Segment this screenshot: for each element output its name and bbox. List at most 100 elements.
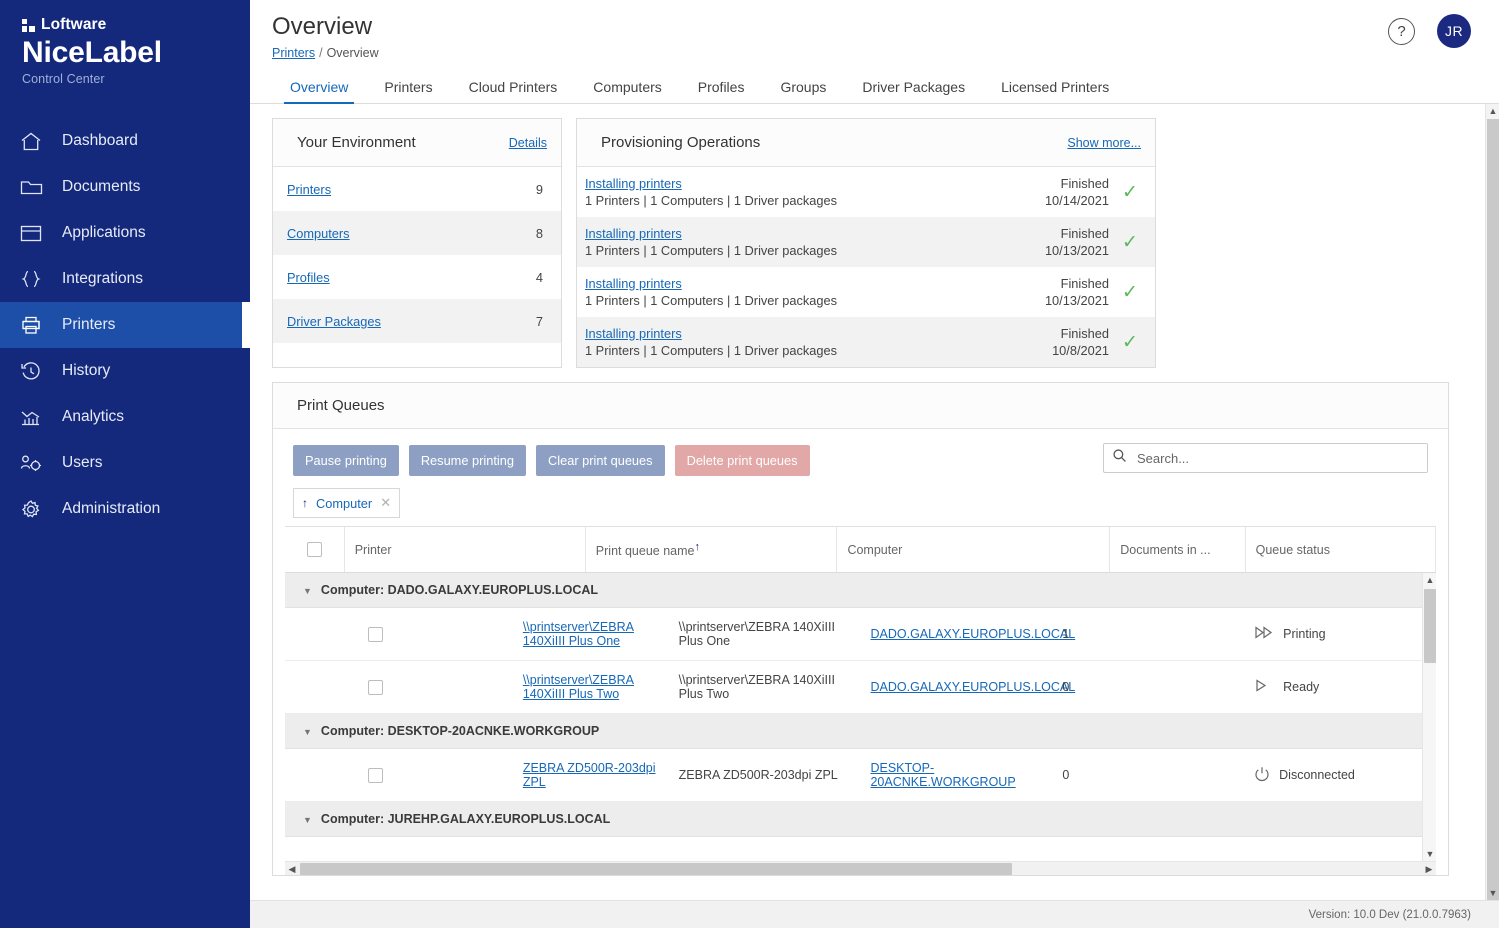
provisioning-operation-link[interactable]: Installing printers [585, 225, 1045, 242]
environment-card-filler [273, 343, 561, 365]
provisioning-row[interactable]: Installing printers 1 Printers | 1 Compu… [577, 317, 1155, 367]
sort-ascending-icon: ↑ [302, 496, 308, 510]
sidebar-item-users[interactable]: Users [0, 440, 250, 486]
tab-cloud-printers[interactable]: Cloud Printers [451, 79, 576, 103]
resume-printing-button[interactable]: Resume printing [408, 445, 526, 476]
column-header-queue-name[interactable]: Print queue name↑ [585, 527, 838, 574]
row-select-cell [285, 748, 477, 803]
sidebar-nav: Dashboard Documents Applications Integra… [0, 118, 250, 532]
pause-printing-button[interactable]: Pause printing [293, 445, 399, 476]
chevron-down-icon[interactable]: ▼ [303, 815, 312, 825]
environment-row-driver-packages[interactable]: Driver Packages 7 [273, 299, 561, 343]
sidebar-item-printers[interactable]: Printers [0, 302, 250, 348]
printer-link[interactable]: ZEBRA ZD500R-203dpi ZPL [523, 761, 656, 789]
scroll-up-arrow-icon[interactable]: ▲ [1423, 573, 1436, 587]
column-header-printer[interactable]: Printer [344, 527, 586, 574]
column-header-documents[interactable]: Documents in ... [1109, 527, 1246, 574]
printer-link[interactable]: \\printserver\ZEBRA 140XiIII Plus One [523, 620, 634, 648]
table-horizontal-scroll-thumb[interactable] [300, 863, 1012, 876]
tab-groups[interactable]: Groups [762, 79, 844, 103]
tab-licensed-printers[interactable]: Licensed Printers [983, 79, 1127, 103]
table-row[interactable]: \\printserver\ZEBRA 140XiIII Plus One \\… [285, 607, 1436, 662]
group-header-row[interactable]: ▼ Computer: DESKTOP-20ACNKE.WORKGROUP [285, 713, 1436, 750]
environment-row-computers[interactable]: Computers 8 [273, 211, 561, 255]
table-header: Printer Print queue name↑ Computer Docum… [285, 527, 1437, 574]
environment-link-printers[interactable]: Printers [287, 182, 331, 197]
environment-link-computers[interactable]: Computers [287, 226, 350, 241]
provisioning-operation-link[interactable]: Installing printers [585, 275, 1045, 292]
provisioning-status-text: Finished [1060, 326, 1109, 341]
environment-link-profiles[interactable]: Profiles [287, 270, 330, 285]
sidebar-item-analytics[interactable]: Analytics [0, 394, 250, 440]
select-all-checkbox[interactable] [306, 542, 322, 558]
tab-computers[interactable]: Computers [575, 79, 679, 103]
cell-queue-name: \\printserver\ZEBRA 140XiIII Plus Two [668, 660, 861, 715]
nicelabel-wordmark: NiceLabel [22, 36, 162, 69]
environment-link-driver-packages[interactable]: Driver Packages [287, 314, 381, 329]
table-vertical-scrollbar[interactable]: ▲ ▼ [1422, 573, 1436, 862]
search-input[interactable] [1135, 449, 1419, 467]
table-row[interactable]: ZEBRA ZD500R-203dpi ZPL ZEBRA ZD500R-203… [285, 748, 1436, 803]
row-checkbox[interactable] [368, 679, 384, 695]
page-scroll-down-arrow-icon[interactable]: ▼ [1486, 886, 1499, 900]
print-queues-table-wrap: Printer Print queue name↑ Computer Docum… [285, 526, 1437, 876]
search-icon [1112, 448, 1127, 468]
column-header-computer[interactable]: Computer [836, 527, 1111, 574]
table-row[interactable]: \\printserver\ZEBRA 140XiIII Plus Two \\… [285, 660, 1436, 715]
provisioning-row-status: Finished 10/8/2021 [1052, 325, 1119, 359]
environment-details-link[interactable]: Details [509, 136, 547, 150]
page-vertical-scroll-thumb[interactable] [1487, 119, 1499, 913]
tab-overview[interactable]: Overview [272, 79, 366, 104]
column-header-queue-status[interactable]: Queue status [1245, 527, 1437, 574]
row-checkbox[interactable] [368, 767, 384, 783]
provisioning-row[interactable]: Installing printers 1 Printers | 1 Compu… [577, 217, 1155, 267]
computer-link[interactable]: DADO.GALAXY.EUROPLUS.LOCAL [870, 680, 1075, 694]
question-mark-circle-icon[interactable]: ? [1388, 17, 1415, 45]
scroll-down-arrow-icon[interactable]: ▼ [1423, 847, 1436, 861]
row-checkbox[interactable] [368, 626, 384, 642]
provisioning-operation-link[interactable]: Installing printers [585, 325, 1052, 342]
group-header-row[interactable]: ▼ Computer: JUREHP.GALAXY.EUROPLUS.LOCAL [285, 801, 1436, 838]
provisioning-row[interactable]: Installing printers 1 Printers | 1 Compu… [577, 167, 1155, 217]
clear-print-queues-button[interactable]: Clear print queues [536, 445, 665, 476]
breadcrumb-parent-link[interactable]: Printers [272, 46, 315, 60]
page-scroll-up-arrow-icon[interactable]: ▲ [1486, 104, 1499, 118]
environment-row-printers[interactable]: Printers 9 [273, 167, 561, 211]
tab-printers[interactable]: Printers [366, 79, 450, 103]
group-by-chip-bar: ↑ Computer ✕ [285, 482, 1436, 526]
window-icon [20, 220, 50, 246]
provisioning-operation-detail: 1 Printers | 1 Computers | 1 Driver pack… [585, 342, 838, 358]
environment-count-profiles: 4 [535, 269, 543, 285]
provisioning-show-more-link[interactable]: Show more... [1067, 136, 1141, 150]
provisioning-row[interactable]: Installing printers 1 Printers | 1 Compu… [577, 267, 1155, 317]
environment-row-profiles[interactable]: Profiles 4 [273, 255, 561, 299]
table-vertical-scroll-thumb[interactable] [1424, 589, 1436, 664]
sidebar-item-dashboard[interactable]: Dashboard [0, 118, 250, 164]
page-vertical-scrollbar[interactable]: ▲ ▼ [1485, 104, 1499, 928]
group-by-chip-computer[interactable]: ↑ Computer ✕ [293, 488, 401, 518]
avatar[interactable]: JR [1437, 14, 1471, 48]
scroll-left-arrow-icon[interactable]: ◀ [285, 862, 299, 876]
sidebar-item-applications[interactable]: Applications [0, 210, 250, 256]
status-text: Printing [1283, 627, 1326, 642]
sidebar-item-history[interactable]: History [0, 348, 250, 394]
sidebar-item-administration[interactable]: Administration [0, 486, 250, 532]
delete-print-queues-button[interactable]: Delete print queues [674, 445, 810, 476]
computer-link[interactable]: DADO.GALAXY.EUROPLUS.LOCAL [870, 627, 1075, 641]
double-triangle-icon [1254, 626, 1274, 642]
table-horizontal-scrollbar[interactable]: ◀ ▶ [285, 861, 1436, 876]
provisioning-operation-link[interactable]: Installing printers [585, 175, 1045, 192]
search-box[interactable] [1103, 443, 1428, 473]
tab-driver-packages[interactable]: Driver Packages [844, 79, 983, 103]
close-icon[interactable]: ✕ [380, 495, 391, 511]
group-header-row[interactable]: ▼ Computer: DADO.GALAXY.EUROPLUS.LOCAL [285, 573, 1436, 609]
tab-profiles[interactable]: Profiles [680, 79, 763, 103]
chevron-down-icon[interactable]: ▼ [303, 727, 312, 737]
computer-link[interactable]: DESKTOP-20ACNKE.WORKGROUP [870, 761, 1015, 789]
printer-link[interactable]: \\printserver\ZEBRA 140XiIII Plus Two [523, 673, 634, 701]
scroll-right-arrow-icon[interactable]: ▶ [1422, 862, 1436, 876]
sidebar-item-integrations[interactable]: Integrations [0, 256, 250, 302]
chevron-down-icon[interactable]: ▼ [303, 586, 312, 596]
users-gear-icon [20, 450, 50, 476]
sidebar-item-documents[interactable]: Documents [0, 164, 250, 210]
